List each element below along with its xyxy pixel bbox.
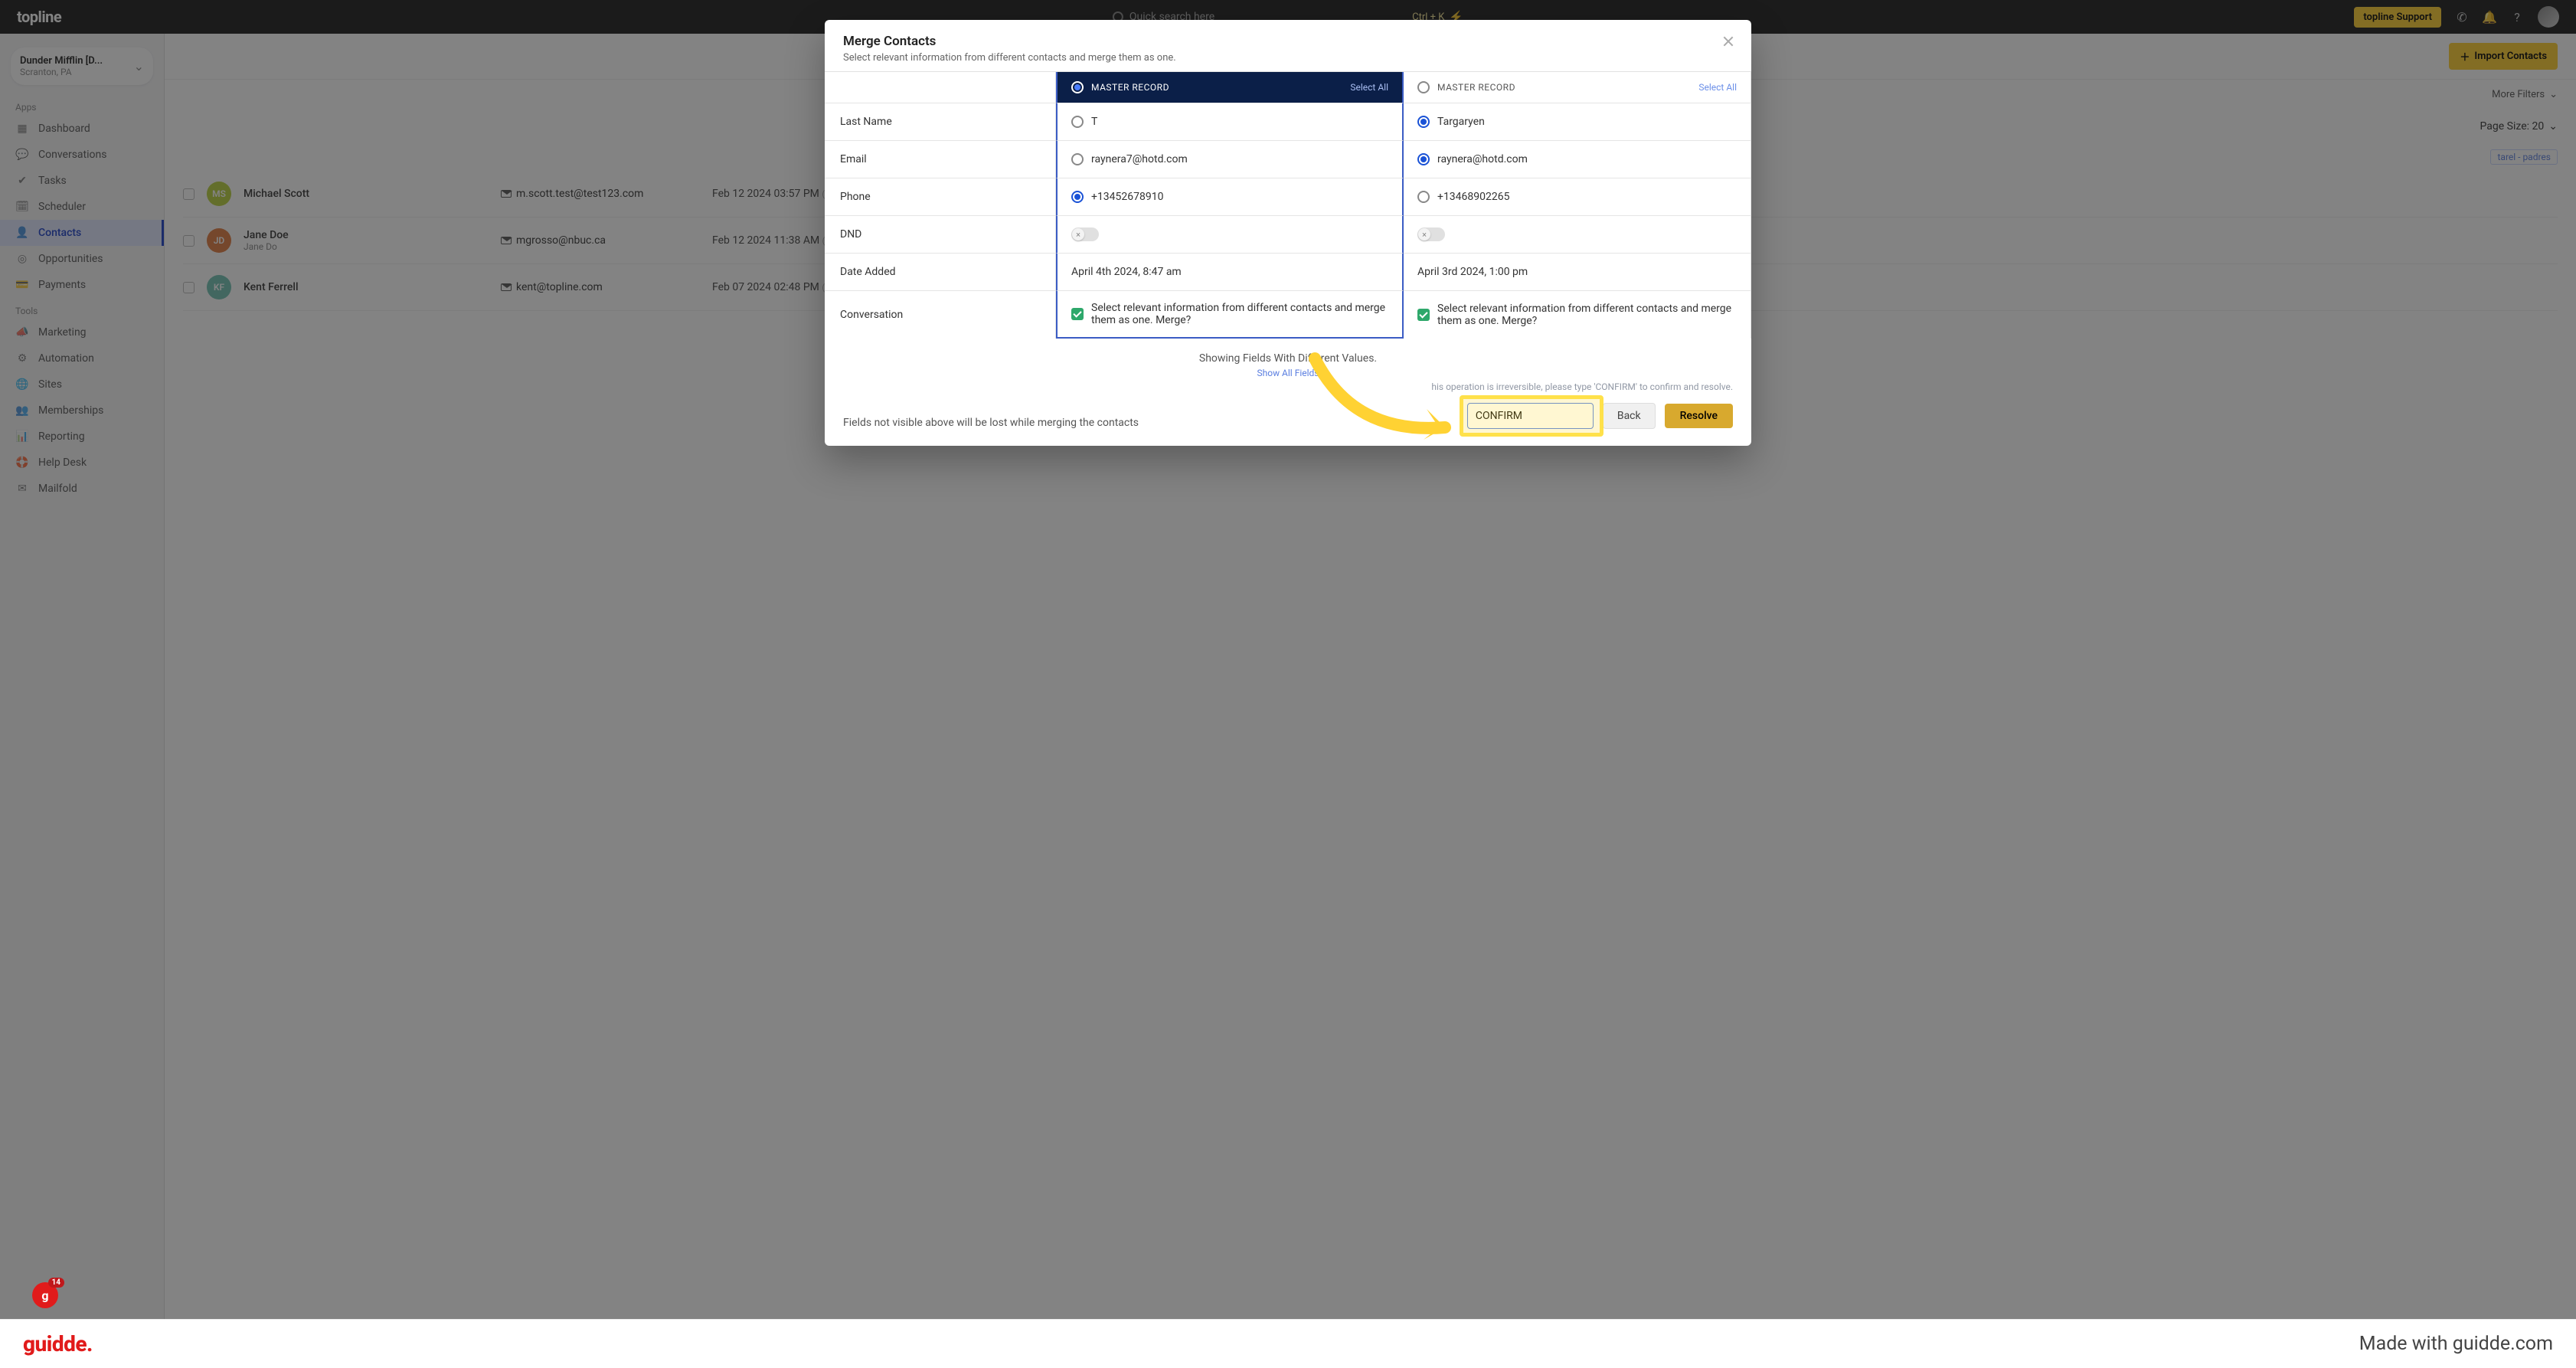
field-email: Email bbox=[825, 140, 1056, 178]
cell-email-1[interactable]: raynera7@hotd.com bbox=[1056, 140, 1404, 178]
toggle-dnd-2[interactable] bbox=[1417, 227, 1445, 241]
cell-conv-2[interactable]: Select relevant information from differe… bbox=[1404, 290, 1751, 339]
modal-overlay: Merge Contacts Select relevant informati… bbox=[0, 0, 2576, 1368]
field-phone: Phone bbox=[825, 178, 1056, 215]
field-date-added: Date Added bbox=[825, 253, 1056, 290]
cell-date-2: April 3rd 2024, 1:00 pm bbox=[1404, 253, 1751, 290]
checkbox-icon[interactable] bbox=[1071, 308, 1084, 320]
cell-conv-1[interactable]: Select relevant information from differe… bbox=[1056, 290, 1404, 339]
select-all-2[interactable]: Select All bbox=[1698, 82, 1737, 93]
checkbox-icon[interactable] bbox=[1417, 309, 1430, 321]
badge-count: 14 bbox=[48, 1278, 64, 1288]
select-all-1[interactable]: Select All bbox=[1350, 82, 1388, 93]
field-header-empty bbox=[825, 72, 1056, 103]
radio-icon[interactable] bbox=[1071, 116, 1084, 128]
cell-phone-2[interactable]: +13468902265 bbox=[1404, 178, 1751, 215]
radio-master-2[interactable] bbox=[1417, 81, 1430, 93]
field-conversation: Conversation bbox=[825, 290, 1056, 339]
master-record-1-header[interactable]: MASTER RECORD Select All bbox=[1056, 72, 1404, 103]
modal-subtitle: Select relevant information from differe… bbox=[843, 52, 1733, 64]
cell-dnd-1[interactable] bbox=[1056, 215, 1404, 253]
cell-phone-1[interactable]: +13452678910 bbox=[1056, 178, 1404, 215]
cell-dnd-2[interactable] bbox=[1404, 215, 1751, 253]
close-icon[interactable] bbox=[1721, 34, 1736, 49]
footer-actions: his operation is irreversible, please ty… bbox=[1467, 403, 1733, 429]
toggle-dnd-1[interactable] bbox=[1071, 227, 1099, 241]
resolve-button[interactable]: Resolve bbox=[1665, 404, 1733, 428]
master-label: MASTER RECORD bbox=[1091, 82, 1169, 93]
guidde-badge[interactable]: g14 bbox=[32, 1282, 58, 1308]
master-label: MASTER RECORD bbox=[1437, 82, 1515, 93]
cell-last-name-1[interactable]: T bbox=[1056, 103, 1404, 140]
confirm-hint: his operation is irreversible, please ty… bbox=[1431, 381, 1733, 392]
radio-icon[interactable] bbox=[1071, 153, 1084, 165]
guidde-footer: guidde. Made with guidde.com bbox=[0, 1319, 2576, 1368]
after-table-info: Showing Fields With Different Values. Sh… bbox=[825, 339, 1751, 386]
master-record-2-header[interactable]: MASTER RECORD Select All bbox=[1404, 72, 1751, 103]
radio-icon[interactable] bbox=[1417, 153, 1430, 165]
field-last-name: Last Name bbox=[825, 103, 1056, 140]
radio-master-1[interactable] bbox=[1071, 81, 1084, 93]
diff-values-text: Showing Fields With Different Values. bbox=[825, 352, 1751, 365]
modal-footer: Fields not visible above will be lost wh… bbox=[825, 386, 1751, 446]
radio-icon[interactable] bbox=[1071, 191, 1084, 203]
show-all-fields-link[interactable]: Show All Fields bbox=[825, 368, 1751, 378]
merge-contacts-modal: Merge Contacts Select relevant informati… bbox=[825, 20, 1751, 446]
modal-header: Merge Contacts Select relevant informati… bbox=[825, 20, 1751, 71]
cell-date-1: April 4th 2024, 8:47 am bbox=[1056, 253, 1404, 290]
guidde-attribution: Made with guidde.com bbox=[2359, 1333, 2553, 1355]
radio-icon[interactable] bbox=[1417, 116, 1430, 128]
confirm-input[interactable] bbox=[1467, 403, 1594, 429]
footer-warning: Fields not visible above will be lost wh… bbox=[843, 417, 1139, 429]
back-button[interactable]: Back bbox=[1603, 403, 1656, 429]
radio-icon[interactable] bbox=[1417, 191, 1430, 203]
cell-last-name-2[interactable]: Targaryen bbox=[1404, 103, 1751, 140]
modal-title: Merge Contacts bbox=[843, 34, 1733, 49]
merge-table: MASTER RECORD Select All MASTER RECORD S… bbox=[825, 71, 1751, 339]
guidde-logo: guidde. bbox=[23, 1331, 93, 1357]
field-dnd: DND bbox=[825, 215, 1056, 253]
cell-email-2[interactable]: raynera@hotd.com bbox=[1404, 140, 1751, 178]
